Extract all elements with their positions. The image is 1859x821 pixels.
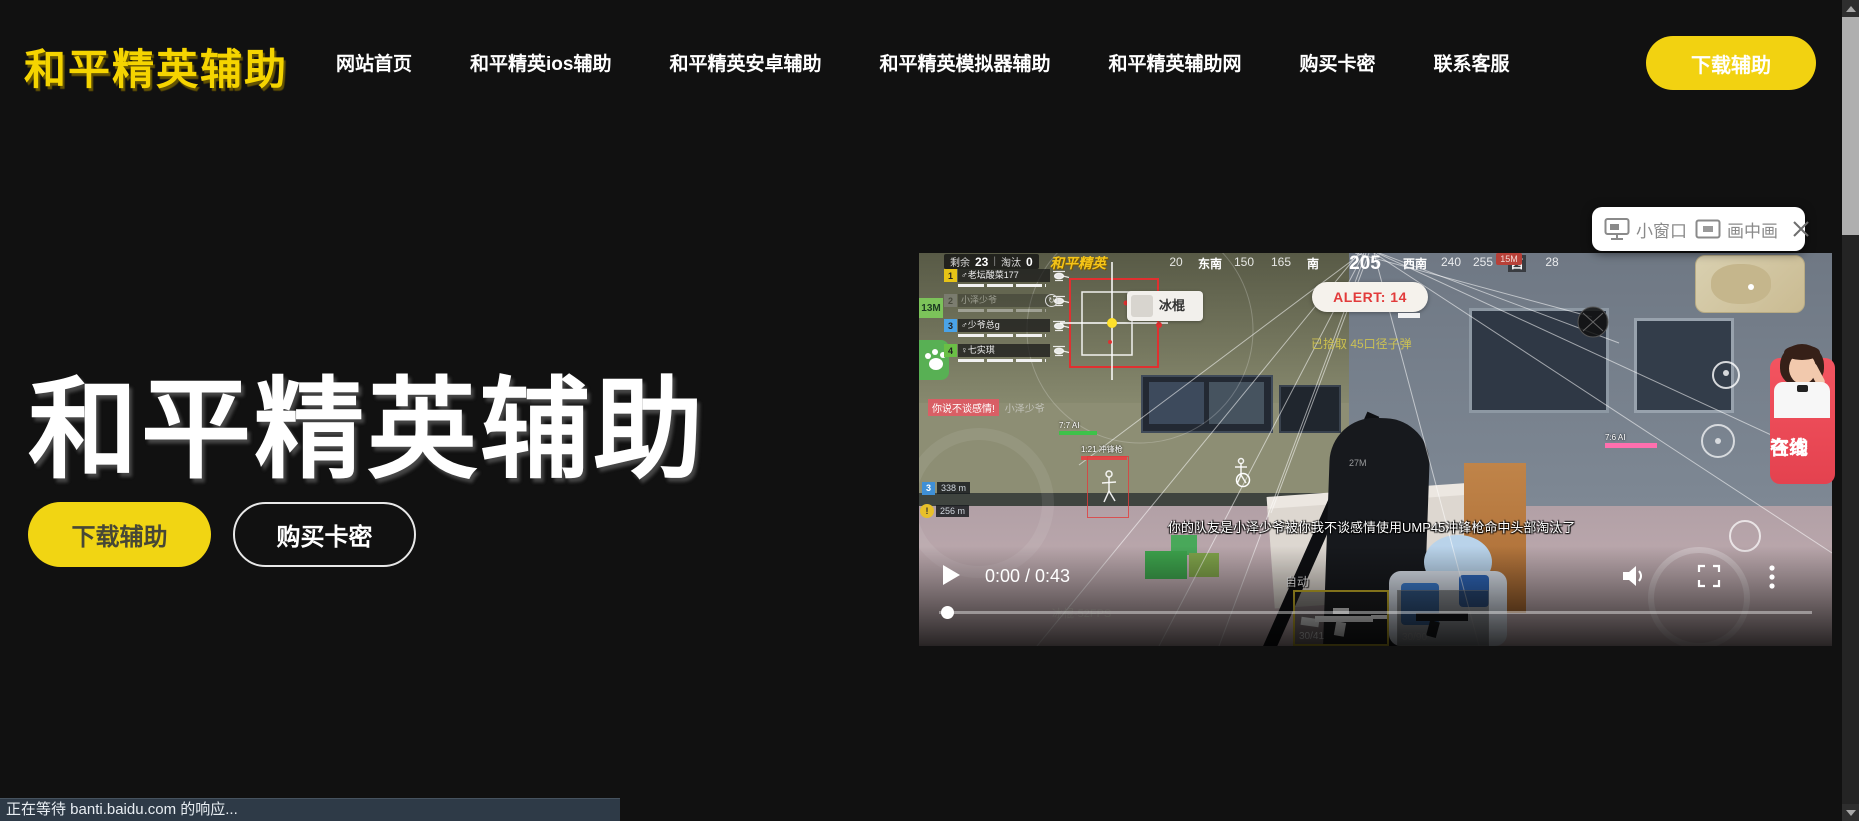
nav-item-contact[interactable]: 联系客服 xyxy=(1434,49,1510,76)
status-text: 正在等待 banti.baidu.com 的响应... xyxy=(6,801,238,818)
video-progress-thumb[interactable] xyxy=(941,606,954,619)
close-icon[interactable] xyxy=(1792,220,1810,238)
scrollbar-thumb[interactable] xyxy=(1842,17,1859,235)
online-service-widget[interactable]: 在线 咨询 xyxy=(1770,344,1835,484)
page: 和平精英辅助 网站首页 和平精英ios辅助 和平精英安卓辅助 和平精英模拟器辅助… xyxy=(0,0,1859,821)
fullscreen-icon[interactable] xyxy=(1697,564,1723,588)
page-title: 和平精英辅助 xyxy=(28,340,706,500)
kebab-menu-icon[interactable] xyxy=(1768,564,1778,588)
enemy-esp-box xyxy=(1087,456,1129,518)
main-nav: 网站首页 和平精英ios辅助 和平精英安卓辅助 和平精英模拟器辅助 和平精英辅助… xyxy=(336,0,1510,125)
scroll-down-arrow[interactable] xyxy=(1842,804,1859,821)
nav-item-buy-card[interactable]: 购买卡密 xyxy=(1300,49,1376,76)
nav-item-android[interactable]: 和平精英安卓辅助 xyxy=(669,49,821,76)
nav-item-home[interactable]: 网站首页 xyxy=(336,49,412,76)
nav-download-button[interactable]: 下载辅助 xyxy=(1646,36,1816,90)
team-row-3: 3 ♂少爷总g xyxy=(944,319,1054,332)
pip-toolbar: 小窗口 画中画 xyxy=(1592,207,1805,251)
chat-line: 你说不谈感情! 小泽少爷 xyxy=(928,400,1045,415)
kill-feed-message: 你的队友是小泽少爷被你我不谈感情使用UMP45冲锋枪命中头部淘汰了 xyxy=(1168,517,1575,536)
distance-label-27m: 27M xyxy=(1349,458,1367,468)
health-bar xyxy=(958,309,1046,312)
distance-badge-15m: 15M xyxy=(1496,253,1522,265)
team-row-2: 2 小泽少爷 xyxy=(944,294,1054,307)
navbar: 和平精英辅助 网站首页 和平精英ios辅助 和平精英安卓辅助 和平精英模拟器辅助… xyxy=(0,0,1859,125)
teammate-marker-3: 3 338 m xyxy=(922,481,970,495)
nav-item-network[interactable]: 和平精英辅助网 xyxy=(1109,49,1242,76)
refresh-icon: ↻ xyxy=(1045,294,1058,307)
helicopter-icon xyxy=(1052,345,1070,357)
alert-badge: ALERT: 14 xyxy=(1312,282,1428,312)
picture-in-picture-button[interactable]: 画中画 xyxy=(1695,217,1778,242)
pip-icon xyxy=(1695,219,1721,239)
team-row-4: 4 ♀七实琪 xyxy=(944,344,1054,357)
freeze-button: 冰棍 xyxy=(1127,291,1203,321)
helicopter-icon xyxy=(1052,320,1070,332)
minimap xyxy=(1695,255,1805,313)
video-progress-bar[interactable] xyxy=(939,611,1812,614)
scroll-up-arrow[interactable] xyxy=(1842,0,1859,17)
browser-status-bar: 正在等待 banti.baidu.com 的响应... xyxy=(0,798,620,821)
enemy-tag: 7:7 AI xyxy=(1059,421,1097,435)
play-button[interactable] xyxy=(943,565,960,585)
controls-gradient xyxy=(919,546,1832,646)
hero-download-button[interactable]: 下载辅助 xyxy=(28,502,211,567)
ping-marker: ! 256 m xyxy=(920,504,969,518)
video-time: 0:00 / 0:43 xyxy=(985,566,1070,587)
small-window-button[interactable]: 小窗口 xyxy=(1604,217,1687,242)
pickup-message: 已拾取 45口径子弹 xyxy=(1311,335,1412,352)
enemy-tag: 7:6 AI xyxy=(1605,433,1657,448)
site-logo[interactable]: 和平精英辅助 xyxy=(24,36,288,97)
health-bar xyxy=(958,334,1046,337)
health-bar xyxy=(958,359,1046,362)
video-player[interactable]: 剩余 23 | 淘汰 0 和平精英 1 ♂老坛酸菜177 2 小泽少爷 3 ♂少… xyxy=(919,253,1832,646)
health-bar xyxy=(958,284,1046,287)
distance-badge-13m: 13M xyxy=(919,298,943,318)
monitor-icon xyxy=(1604,217,1630,241)
page-scrollbar[interactable] xyxy=(1842,0,1859,821)
nav-item-ios[interactable]: 和平精英ios辅助 xyxy=(470,49,611,76)
nav-item-emulator[interactable]: 和平精英模拟器辅助 xyxy=(879,49,1050,76)
volume-icon[interactable] xyxy=(1622,564,1648,588)
hero-buy-card-button[interactable]: 购买卡密 xyxy=(233,502,416,567)
